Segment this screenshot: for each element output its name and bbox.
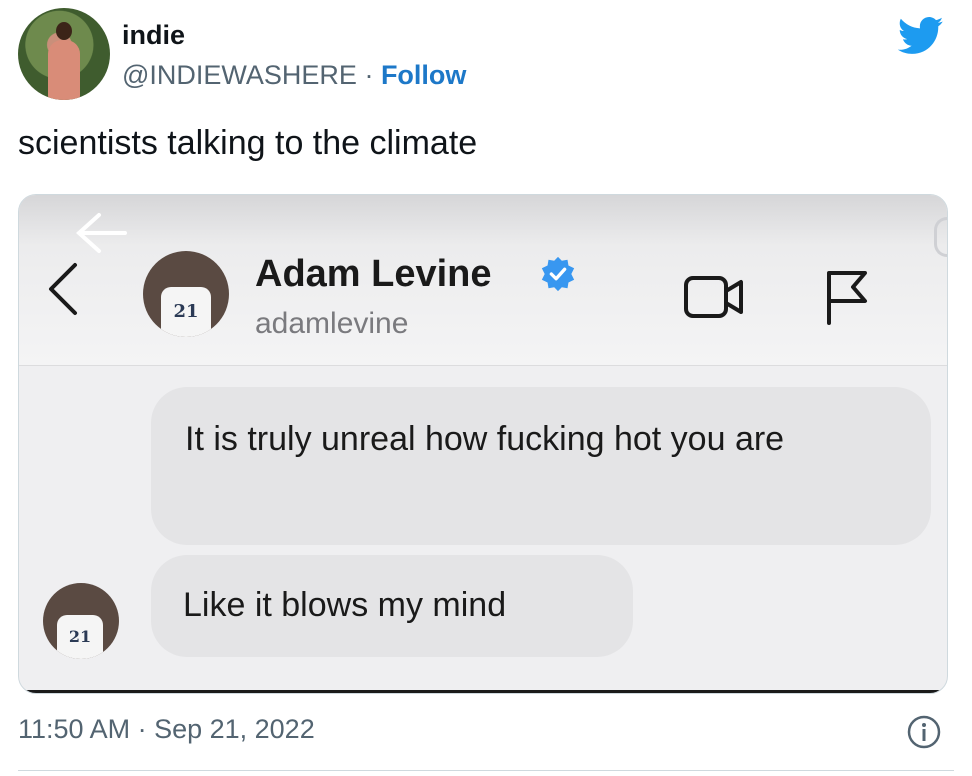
card-bottom-border	[19, 690, 947, 693]
bottom-divider	[18, 770, 954, 771]
cropped-edge-mark	[934, 217, 947, 257]
contact-avatar-jersey: 21	[161, 287, 211, 337]
tweet-text: scientists talking to the climate	[18, 124, 478, 162]
info-icon[interactable]	[906, 714, 942, 750]
author-handle[interactable]: @INDIEWASHERE	[122, 60, 357, 90]
twitter-bird-icon[interactable]	[898, 16, 944, 56]
contact-handle: adamlevine	[255, 307, 409, 340]
faint-back-arrow-icon	[76, 213, 127, 253]
message-sender-avatar: 21	[43, 583, 119, 659]
dm-header: 21 Adam Levine adamlevine	[19, 195, 947, 366]
verified-badge-icon	[541, 256, 575, 292]
contact-avatar[interactable]: 21	[143, 251, 229, 337]
chevron-left-icon[interactable]	[47, 261, 79, 317]
message-bubble: It is truly unreal how fucking hot you a…	[151, 387, 931, 545]
flag-icon[interactable]	[823, 269, 871, 325]
tweet-header: indie @INDIEWASHERE · Follow	[18, 8, 954, 102]
message-bubble: Like it blows my mind	[151, 555, 633, 657]
contact-name: Adam Levine	[255, 253, 492, 295]
follow-button[interactable]: Follow	[381, 60, 466, 90]
sender-avatar-jersey: 21	[57, 615, 103, 659]
handle-separator: ·	[356, 60, 381, 90]
avatar-figure-body	[48, 40, 80, 100]
author-display-name[interactable]: indie	[122, 20, 185, 51]
avatar-figure-head	[56, 22, 72, 40]
video-camera-icon[interactable]	[683, 275, 745, 319]
author-avatar[interactable]	[18, 8, 110, 100]
author-handle-row: @INDIEWASHERE · Follow	[122, 60, 466, 91]
tweet-media-card[interactable]: 21 Adam Levine adamlevine It is truly un…	[18, 194, 948, 694]
tweet-timestamp[interactable]: 11:50 AM · Sep 21, 2022	[18, 714, 315, 745]
